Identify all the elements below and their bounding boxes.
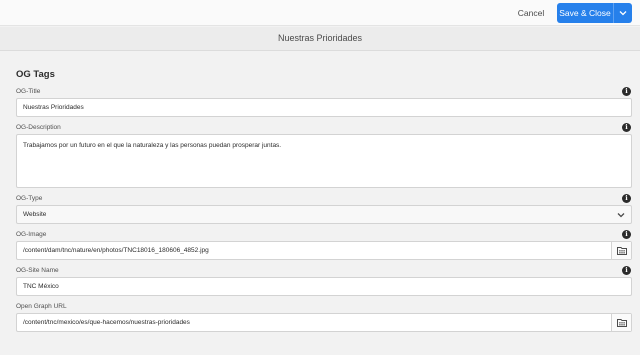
- og-title-input[interactable]: Nuestras Prioridades: [16, 98, 632, 117]
- folder-browse-icon: [616, 247, 627, 255]
- og-type-select[interactable]: Website: [16, 205, 632, 224]
- cancel-button[interactable]: Cancel: [512, 7, 550, 20]
- og-site-name-input[interactable]: TNC México: [16, 277, 632, 296]
- og-type-value: Website: [23, 211, 47, 218]
- save-options-dropdown[interactable]: [613, 3, 632, 23]
- info-icon[interactable]: i: [622, 230, 631, 239]
- info-icon[interactable]: i: [622, 266, 631, 275]
- info-icon[interactable]: i: [622, 123, 631, 132]
- og-title-value: Nuestras Prioridades: [23, 104, 84, 111]
- folder-browse-icon: [616, 319, 627, 327]
- og-image-browse-button[interactable]: [611, 242, 631, 259]
- chevron-down-icon: [619, 11, 627, 16]
- chevron-down-icon: [617, 212, 625, 217]
- og-title-label: OG-Title: [16, 88, 41, 95]
- page-title: Nuestras Prioridades: [277, 33, 363, 43]
- og-description-value: Trabajamos por un futuro en el que la na…: [23, 142, 282, 149]
- og-image-value: /content/dam/tnc/nature/en/photos/TNC180…: [23, 247, 209, 254]
- og-type-label: OG-Type: [16, 195, 43, 202]
- save-close-button[interactable]: Save & Close: [557, 3, 613, 23]
- og-url-input[interactable]: /content/tnc/mexico/es/que-hacemos/nuest…: [16, 313, 632, 332]
- og-url-value: /content/tnc/mexico/es/que-hacemos/nuest…: [23, 319, 190, 326]
- og-image-label: OG-Image: [16, 231, 47, 238]
- og-url-browse-button[interactable]: [611, 314, 631, 331]
- og-description-label: OG-Description: [16, 124, 61, 131]
- top-action-bar: Cancel Save & Close: [0, 0, 640, 26]
- og-url-label: Open Graph URL: [16, 303, 67, 310]
- og-site-name-label: OG-Site Name: [16, 267, 59, 274]
- og-site-name-value: TNC México: [23, 283, 59, 290]
- og-description-textarea[interactable]: Trabajamos por un futuro en el que la na…: [16, 134, 632, 188]
- info-icon[interactable]: i: [622, 87, 631, 96]
- og-image-input[interactable]: /content/dam/tnc/nature/en/photos/TNC180…: [16, 241, 632, 260]
- info-icon[interactable]: i: [622, 194, 631, 203]
- page-title-bar: Nuestras Prioridades: [0, 27, 640, 51]
- save-close-button-group: Save & Close: [557, 3, 632, 23]
- section-title: OG Tags: [16, 69, 55, 80]
